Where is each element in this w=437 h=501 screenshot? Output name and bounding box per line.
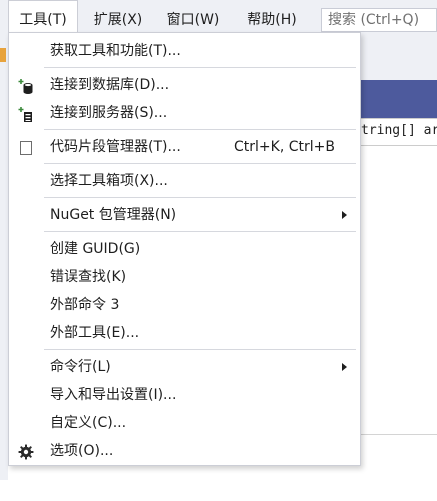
menu-item-options[interactable]: 选项(O)...	[9, 437, 360, 465]
menu-item-label: 连接到数据库(D)...	[50, 77, 170, 93]
menu-item-label: 外部工具(E)...	[50, 325, 140, 341]
menu-separator	[44, 129, 356, 130]
menu-item-label: 创建 GUID(G)	[50, 241, 141, 257]
submenu-arrow-icon	[342, 211, 347, 219]
search-input[interactable]: 搜索 (Ctrl+Q)	[321, 8, 437, 32]
menu-item-import-export-settings[interactable]: 导入和导出设置(I)...	[9, 381, 360, 409]
menu-item-label: 选择工具箱项(X)...	[50, 173, 168, 189]
tools-dropdown-menu: 获取工具和功能(T)... 连接到数据库(D)... 连接到服务器(S)... …	[8, 32, 361, 466]
menu-item-choose-toolbox[interactable]: 选择工具箱项(X)...	[9, 167, 360, 195]
gear-icon	[18, 443, 34, 460]
menu-item-label: NuGet 包管理器(N)	[50, 207, 177, 223]
menu-separator	[44, 163, 356, 164]
menu-item-label: 选项(O)...	[50, 443, 114, 459]
snippet-checkbox-icon	[18, 139, 34, 155]
menu-item-label: 错误查找(K)	[50, 269, 127, 285]
menu-separator	[44, 349, 356, 350]
menu-item-label: 自定义(C)...	[50, 415, 127, 431]
menu-separator	[44, 197, 356, 198]
tab-strip	[361, 40, 437, 80]
menu-item-get-tools[interactable]: 获取工具和功能(T)...	[9, 37, 360, 65]
menu-item-external-tools[interactable]: 外部工具(E)...	[9, 319, 360, 347]
database-add-icon	[18, 77, 34, 94]
menu-separator	[44, 231, 356, 232]
menu-item-shortcut: Ctrl+K, Ctrl+B	[234, 139, 335, 155]
menu-item-label: 命令行(L)	[50, 359, 111, 375]
menu-item-create-guid[interactable]: 创建 GUID(G)	[9, 235, 360, 263]
menu-item-error-lookup[interactable]: 错误查找(K)	[9, 263, 360, 291]
menu-item-nuget[interactable]: NuGet 包管理器(N)	[9, 201, 360, 229]
menu-item-label: 代码片段管理器(T)...	[50, 139, 181, 155]
editor-divider	[361, 434, 437, 435]
menu-item-connect-database[interactable]: 连接到数据库(D)...	[9, 71, 360, 99]
menu-item-external-command-3[interactable]: 外部命令 3	[9, 291, 360, 319]
menu-item-label: 外部命令 3	[50, 297, 120, 313]
menu-item-label: 获取工具和功能(T)...	[50, 43, 181, 59]
menu-item-snippet-manager[interactable]: 代码片段管理器(T)... Ctrl+K, Ctrl+B	[9, 133, 360, 161]
menu-item-command-line[interactable]: 命令行(L)	[9, 353, 360, 381]
left-tool-strip	[0, 40, 8, 480]
submenu-arrow-icon	[342, 363, 347, 371]
menu-item-connect-server[interactable]: 连接到服务器(S)...	[9, 99, 360, 127]
server-add-icon	[18, 105, 34, 122]
document-header-bar	[361, 80, 437, 118]
code-editor-line: tring[] args	[361, 118, 437, 146]
left-tab-marker	[0, 48, 6, 62]
menu-item-label: 导入和导出设置(I)...	[50, 387, 177, 403]
menu-item-label: 连接到服务器(S)...	[50, 105, 168, 121]
menu-item-customize[interactable]: 自定义(C)...	[9, 409, 360, 437]
menu-separator	[44, 67, 356, 68]
